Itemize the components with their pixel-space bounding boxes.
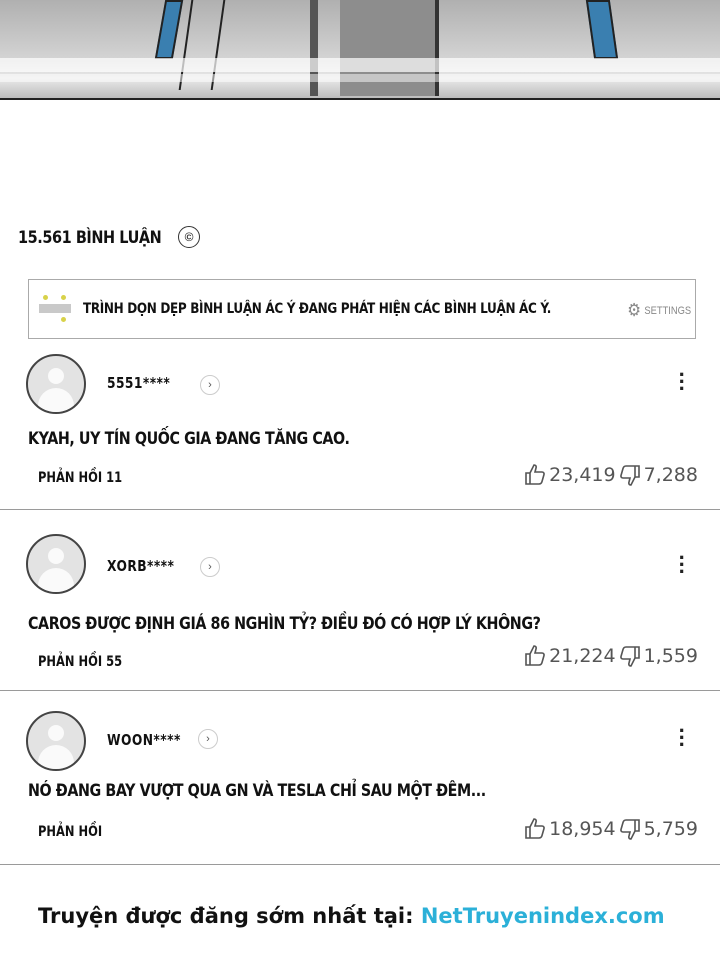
thumb-up-icon[interactable] — [523, 644, 547, 668]
source-footer: Truyện được đăng sớm nhất tại: NetTruyen… — [38, 904, 665, 928]
more-vertical-icon[interactable]: · · · — [679, 547, 686, 583]
reply-button[interactable]: PHẢN HỒI 55 — [38, 654, 122, 670]
more-vertical-icon[interactable]: · · · — [679, 364, 686, 400]
like-count: 18,954 — [549, 818, 616, 840]
comment-username[interactable]: XORB**** — [107, 557, 174, 575]
comment-text: KYAH, UY TÍN QUỐC GIA ĐANG TĂNG CAO. — [28, 429, 350, 449]
copyright-icon: © — [178, 226, 200, 248]
like-count: 23,419 — [549, 464, 616, 486]
broom-icon — [39, 293, 71, 325]
gear-icon: ⚙ — [627, 300, 641, 320]
comment-filter-notice: TRÌNH DỌN DẸP BÌNH LUẬN ÁC Ý ĐANG PHÁT H… — [28, 279, 696, 339]
dislike-count: 1,559 — [643, 645, 698, 667]
comment-username[interactable]: 5551**** — [107, 374, 170, 392]
avatar-icon[interactable] — [26, 711, 86, 771]
comment-reactions: 21,224 1,559 — [521, 644, 698, 668]
more-vertical-icon[interactable]: · · · — [679, 720, 686, 756]
like-count: 21,224 — [549, 645, 616, 667]
dislike-count: 5,759 — [643, 818, 698, 840]
footer-site-link[interactable]: NetTruyenindex.com — [421, 904, 665, 928]
settings-label: SETTINGS — [644, 304, 691, 317]
chevron-right-icon[interactable]: › — [200, 375, 220, 395]
thumb-down-icon[interactable] — [618, 644, 642, 668]
chevron-right-icon[interactable]: › — [200, 557, 220, 577]
comment-item: XORB**** › · · · CAROS ĐƯỢC ĐỊNH GIÁ 86 NG… — [0, 510, 720, 691]
filter-notice-text: TRÌNH DỌN DẸP BÌNH LUẬN ÁC Ý ĐANG PHÁT H… — [83, 301, 551, 317]
avatar-icon[interactable] — [26, 354, 86, 414]
thumb-down-icon[interactable] — [618, 817, 642, 841]
footer-prefix: Truyện được đăng sớm nhất tại: — [38, 904, 421, 928]
comment-reactions: 18,954 5,759 — [521, 817, 698, 841]
comment-username[interactable]: WOON**** — [107, 731, 181, 749]
comment-reactions: 23,419 7,288 — [521, 463, 698, 487]
comment-text: NÓ ĐANG BAY VƯỢT QUA GN VÀ TESLA CHỈ SAU… — [28, 781, 486, 801]
chevron-right-icon[interactable]: › — [198, 729, 218, 749]
comment-item: 5551**** › · · · KYAH, UY TÍN QUỐC GIA ĐAN… — [0, 341, 720, 510]
comment-count-title: 15.561 BÌNH LUẬN — [18, 228, 162, 248]
reply-button[interactable]: PHẢN HỒI — [38, 824, 102, 840]
comment-text: CAROS ĐƯỢC ĐỊNH GIÁ 86 NGHÌN TỶ? ĐIỀU ĐÓ… — [28, 614, 541, 634]
comic-panel-banner — [0, 0, 720, 100]
avatar-icon[interactable] — [26, 534, 86, 594]
dislike-count: 7,288 — [643, 464, 698, 486]
settings-button[interactable]: ⚙ SETTINGS — [627, 300, 691, 321]
reply-button[interactable]: PHẢN HỒI 11 — [38, 470, 122, 486]
thumb-down-icon[interactable] — [618, 463, 642, 487]
comment-count-header: 15.561 BÌNH LUẬN © — [18, 226, 200, 248]
comment-item: WOON**** › · · · NÓ ĐANG BAY VƯỢT QUA GN V… — [0, 691, 720, 865]
thumb-up-icon[interactable] — [523, 817, 547, 841]
thumb-up-icon[interactable] — [523, 463, 547, 487]
